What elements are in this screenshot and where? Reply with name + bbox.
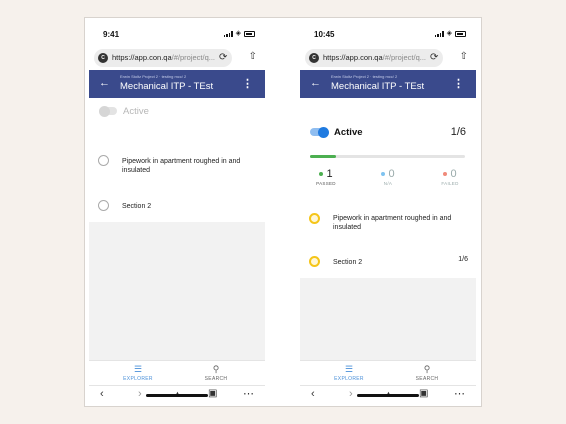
nav-search[interactable]: ⚲ SEARCH [392, 364, 462, 382]
url-field[interactable]: C https://app.con.qa/#/project/q... ⟳ [305, 49, 443, 67]
signal-icon [223, 31, 233, 37]
battery-icon [244, 31, 255, 37]
checklist-content: Active Pipework in apartment roughed in … [89, 98, 265, 222]
list-icon: ☰ [133, 364, 143, 374]
active-toggle[interactable] [99, 105, 117, 117]
browser-url-bar: C https://app.con.qa/#/project/q... ⟳ ⇧ [89, 46, 265, 70]
reload-icon[interactable]: ⟳ [430, 52, 438, 63]
browser-url-bar: C https://app.con.qa/#/project/q... ⟳ ⇧ [300, 46, 476, 70]
reload-icon[interactable]: ⟳ [219, 52, 227, 63]
item-count: 1/6 [458, 256, 468, 263]
stat-passed: 1 PASSED [316, 168, 336, 186]
stat-na: 0 N/A [368, 168, 408, 186]
failed-dot-icon [443, 172, 448, 176]
phone-active: 10:45 ◈ C https://app.con.qa/#/project/q… [300, 24, 476, 402]
home-indicator [357, 394, 419, 397]
signal-icon [434, 31, 444, 37]
list-item[interactable]: Section 2 [89, 198, 265, 214]
active-toggle[interactable] [310, 126, 329, 138]
tabs-icon[interactable]: ▣ [208, 388, 217, 400]
status-circle-icon [98, 200, 109, 211]
status-circle-icon [98, 155, 109, 166]
site-favicon-icon: C [309, 53, 319, 63]
passed-dot-icon [319, 172, 324, 176]
more-vertical-icon[interactable]: ⋮ [242, 77, 253, 90]
list-item[interactable]: Pipework in apartment roughed in and ins… [300, 211, 476, 241]
item-label: Pipework in apartment roughed in and ins… [122, 158, 241, 174]
nav-search[interactable]: ⚲ SEARCH [181, 364, 251, 382]
wifi-icon: ◈ [235, 30, 241, 37]
app-header: ← Erwin Stoltz Project 2 · testing mcc/ … [89, 70, 265, 98]
status-time: 10:45 [314, 30, 335, 39]
url-field[interactable]: C https://app.con.qa/#/project/q... ⟳ [94, 49, 232, 67]
breadcrumb: Erwin Stoltz Project 2 · testing mcc/ 2 [331, 74, 398, 79]
status-bar: 10:45 ◈ [300, 24, 476, 46]
share-icon[interactable]: ⇧ [249, 51, 257, 62]
list-item[interactable]: Section 2 1/6 [300, 254, 476, 270]
status-time: 9:41 [103, 30, 120, 39]
active-label: Active [123, 106, 149, 117]
pending-status-icon [309, 213, 320, 224]
breadcrumb: Erwin Stoltz Project 2 · testing mcc/ 2 [120, 74, 187, 79]
back-arrow-icon[interactable]: ← [310, 77, 321, 89]
bottom-navigation: ☰ EXPLORER ⚲ SEARCH [89, 360, 265, 385]
site-favicon-icon: C [98, 53, 108, 63]
phone-inactive: 9:41 ◈ C https://app.con.qa/#/project/q.… [89, 24, 265, 402]
back-arrow-icon[interactable]: ← [99, 77, 110, 89]
browser-back-icon[interactable]: ‹ [100, 388, 104, 400]
page-title: Mechanical ITP - TEst [120, 81, 214, 92]
checklist-content: Active 1/6 1 PASSED 0 N/A 0 FAILED Pipew… [300, 98, 476, 278]
pending-status-icon [309, 256, 320, 267]
list-item[interactable]: Pipework in apartment roughed in and ins… [89, 154, 265, 184]
status-bar: 9:41 ◈ [89, 24, 265, 46]
battery-icon [455, 31, 466, 37]
list-icon: ☰ [344, 364, 354, 374]
bottom-navigation: ☰ EXPLORER ⚲ SEARCH [300, 360, 476, 385]
more-horizontal-icon[interactable]: ⋯ [243, 388, 254, 400]
stat-failed: 0 FAILED [441, 168, 459, 186]
completion-count: 1/6 [450, 126, 466, 138]
browser-back-icon[interactable]: ‹ [311, 388, 315, 400]
app-header: ← Erwin Stoltz Project 2 · testing mcc/ … [300, 70, 476, 98]
item-label: Pipework in apartment roughed in and ins… [333, 215, 452, 231]
active-label: Active [334, 127, 363, 138]
tabs-icon[interactable]: ▣ [419, 388, 428, 400]
item-label: Section 2 [122, 203, 152, 210]
browser-forward-icon[interactable]: › [349, 388, 353, 400]
more-horizontal-icon[interactable]: ⋯ [454, 388, 465, 400]
url-text: https://app.con.qa/#/project/q... [323, 53, 426, 62]
more-vertical-icon[interactable]: ⋮ [453, 77, 464, 90]
status-indicators: ◈ [434, 30, 466, 37]
home-indicator [146, 394, 208, 397]
na-dot-icon [381, 172, 386, 176]
nav-explorer[interactable]: ☰ EXPLORER [103, 364, 173, 382]
status-indicators: ◈ [223, 30, 255, 37]
browser-forward-icon[interactable]: › [138, 388, 142, 400]
progress-bar [310, 155, 465, 158]
wifi-icon: ◈ [446, 30, 452, 37]
page-title: Mechanical ITP - TEst [331, 81, 425, 92]
nav-explorer[interactable]: ☰ EXPLORER [314, 364, 384, 382]
item-label: Section 2 [333, 259, 363, 266]
share-icon[interactable]: ⇧ [460, 51, 468, 62]
search-icon: ⚲ [212, 364, 220, 374]
url-text: https://app.con.qa/#/project/q... [112, 53, 215, 62]
search-icon: ⚲ [423, 364, 431, 374]
progress-fill [310, 155, 337, 158]
